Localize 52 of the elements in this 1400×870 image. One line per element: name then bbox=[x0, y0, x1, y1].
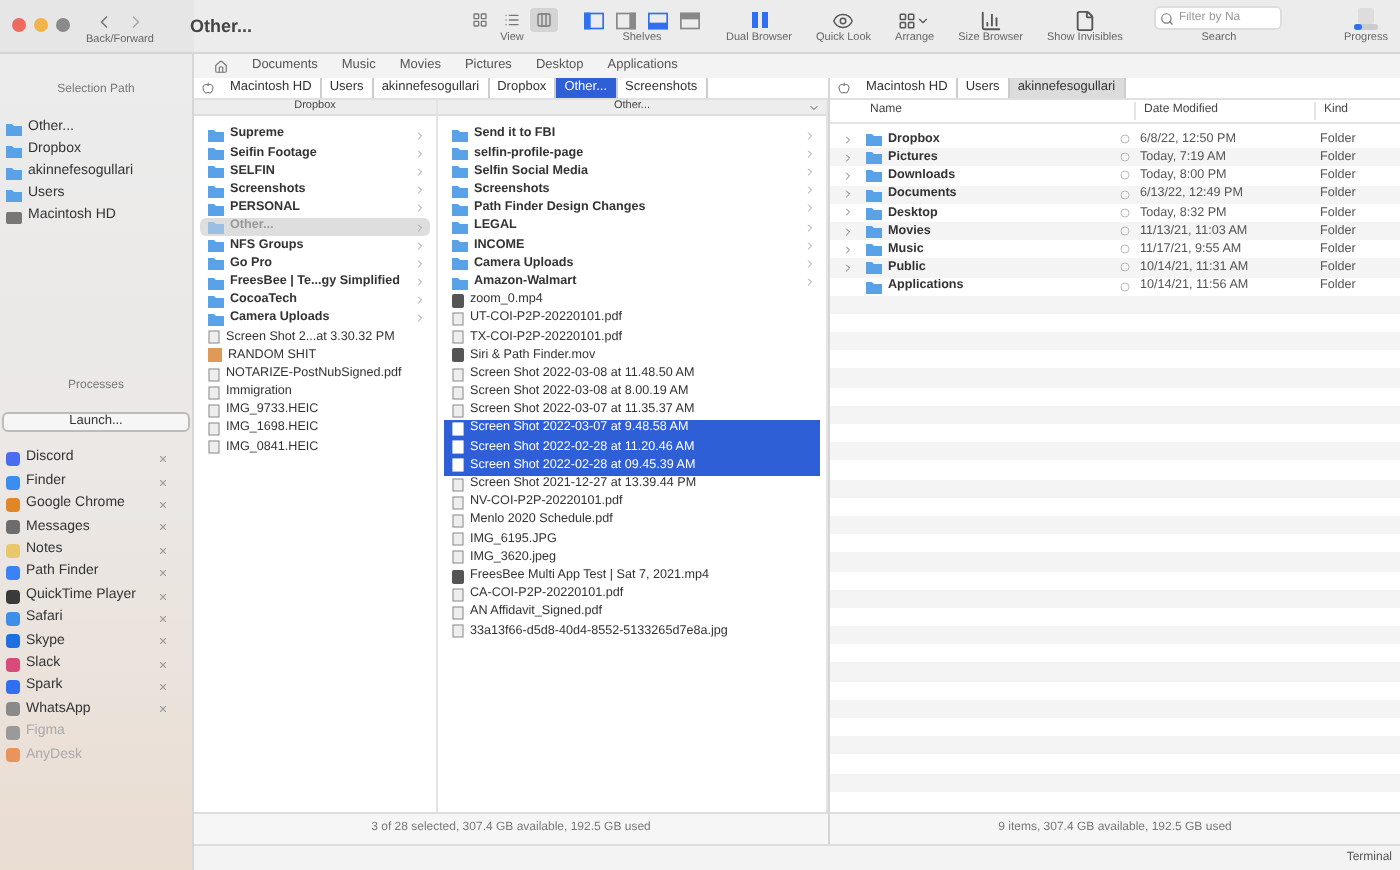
grid-icon bbox=[472, 12, 488, 28]
progress-icon bbox=[1351, 6, 1380, 32]
video-file-icon bbox=[452, 348, 464, 363]
quit-icon[interactable] bbox=[160, 706, 166, 713]
quit-icon[interactable] bbox=[160, 479, 166, 486]
shelf-toggle-button[interactable] bbox=[646, 10, 670, 30]
quit-icon[interactable] bbox=[160, 501, 166, 508]
search-icon bbox=[1160, 11, 1175, 25]
panel-layout-icon bbox=[680, 11, 700, 29]
shelf-toggle-button[interactable] bbox=[614, 10, 638, 30]
quit-icon[interactable] bbox=[160, 547, 166, 554]
file-icon bbox=[208, 330, 220, 345]
view-mode-button[interactable] bbox=[530, 8, 558, 32]
shelf-toggle-button[interactable] bbox=[582, 10, 606, 30]
quit-icon[interactable] bbox=[160, 661, 166, 668]
quit-icon[interactable] bbox=[160, 570, 166, 577]
disclosure-icon[interactable] bbox=[842, 133, 854, 146]
dual-pane-icon bbox=[749, 10, 769, 30]
image-thumbnail-icon bbox=[208, 348, 222, 363]
list-icon bbox=[504, 12, 520, 28]
quit-icon[interactable] bbox=[160, 684, 166, 691]
disclosure-icon[interactable] bbox=[842, 188, 854, 201]
quit-icon[interactable] bbox=[160, 615, 166, 622]
panel-layout-icon bbox=[616, 11, 636, 29]
disclosure-icon[interactable] bbox=[842, 206, 854, 219]
disclosure-icon[interactable] bbox=[842, 261, 854, 274]
dropdown-icon bbox=[808, 101, 820, 113]
quit-icon[interactable] bbox=[160, 456, 166, 463]
eye-icon bbox=[832, 9, 855, 31]
apple-icon bbox=[202, 82, 214, 94]
disclosure-icon[interactable] bbox=[842, 243, 854, 256]
disclosure-icon[interactable] bbox=[842, 225, 854, 238]
shelf-toggle-button[interactable] bbox=[678, 10, 702, 30]
minimize-window-button[interactable] bbox=[34, 18, 48, 32]
quit-icon[interactable] bbox=[160, 638, 166, 645]
disclosure-icon[interactable] bbox=[842, 151, 854, 164]
video-file-icon bbox=[452, 293, 464, 308]
panel-layout-icon bbox=[584, 11, 604, 29]
home-icon[interactable] bbox=[214, 59, 228, 73]
quit-icon[interactable] bbox=[160, 524, 166, 531]
document-icon bbox=[1073, 9, 1096, 31]
close-window-button[interactable] bbox=[12, 18, 26, 32]
disclosure-icon[interactable] bbox=[842, 169, 854, 182]
window-title: Other... bbox=[190, 14, 255, 40]
video-file-icon bbox=[452, 569, 464, 584]
quit-icon[interactable] bbox=[160, 593, 166, 600]
panel-layout-icon bbox=[648, 11, 668, 29]
bar-chart-icon bbox=[979, 9, 1002, 31]
columns-icon bbox=[536, 12, 552, 28]
grid-dropdown-icon bbox=[898, 11, 931, 29]
apple-icon bbox=[838, 82, 850, 94]
zoom-window-button[interactable] bbox=[56, 18, 70, 32]
